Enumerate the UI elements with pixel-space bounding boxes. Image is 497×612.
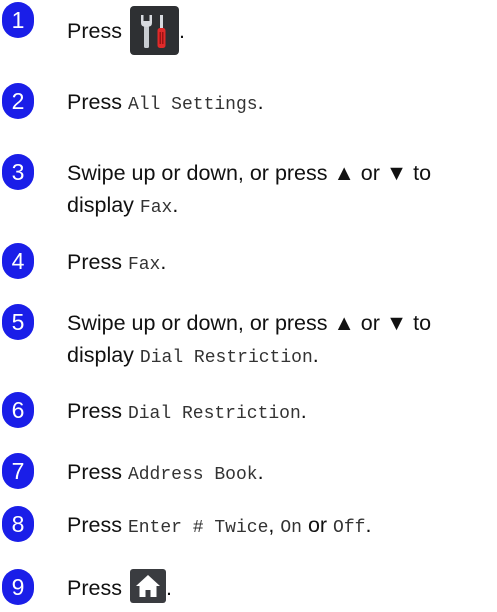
step-text: Press Dial Restriction. [67, 395, 495, 430]
display-word: display [67, 193, 134, 217]
step-line: Swipe up or down, or press ▲ or ▼ to [67, 161, 432, 185]
step-end: . [257, 90, 264, 114]
press-word: Press [67, 399, 122, 423]
step-text: Press Address Book. [67, 456, 495, 491]
step-number: 2 [2, 83, 34, 119]
step-end: . [160, 250, 167, 274]
step-text: Swipe up or down, or press ▲ or ▼ to dis… [67, 157, 495, 224]
press-word: Press [67, 90, 122, 114]
step-end: . [178, 19, 185, 44]
step-text: Press Fax. [67, 246, 495, 281]
menu-item-name: Dial Restriction [139, 348, 313, 368]
separator: , [268, 513, 281, 537]
step-number: 8 [2, 506, 34, 542]
step-end: . [165, 576, 172, 600]
menu-item-name: Enter # Twice [127, 518, 269, 538]
press-word: Press [67, 250, 122, 274]
step-text: Swipe up or down, or press ▲ or ▼ to dis… [67, 307, 495, 374]
step-number: 5 [2, 304, 34, 340]
step-text: Press Enter # Twice, On or Off. [67, 509, 495, 544]
press-word: Press [67, 19, 122, 44]
step-number: 3 [2, 154, 34, 190]
step-end: . [172, 193, 179, 217]
step-number: 1 [2, 2, 34, 38]
menu-item-name: Address Book [127, 465, 258, 485]
step-end: . [312, 343, 319, 367]
menu-item-name: Fax [139, 198, 173, 218]
menu-item-name: All Settings [127, 95, 258, 115]
step-number: 7 [2, 453, 34, 489]
step-text: Press . [67, 6, 495, 57]
menu-item-name: Dial Restriction [127, 404, 301, 424]
step-end: . [365, 513, 372, 537]
menu-item-name: Fax [127, 255, 161, 275]
step-text: Press . [67, 569, 495, 606]
step-line: Swipe up or down, or press ▲ or ▼ to [67, 311, 432, 335]
step-number: 6 [2, 392, 34, 428]
step-line: display Dial Restriction. [67, 339, 495, 374]
step-text: Press All Settings. [67, 86, 495, 121]
press-word: Press [67, 460, 122, 484]
step-end: . [257, 460, 264, 484]
option-on: On [280, 518, 302, 538]
home-icon [129, 569, 166, 604]
step-number: 4 [2, 243, 34, 279]
display-word: display [67, 343, 134, 367]
press-word: Press [67, 513, 122, 537]
step-line: display Fax. [67, 189, 495, 224]
press-word: Press [67, 576, 122, 600]
or-word: or [307, 513, 328, 537]
option-off: Off [333, 518, 366, 538]
step-end: . [300, 399, 307, 423]
step-number: 9 [2, 569, 34, 605]
settings-tools-icon [129, 6, 179, 55]
